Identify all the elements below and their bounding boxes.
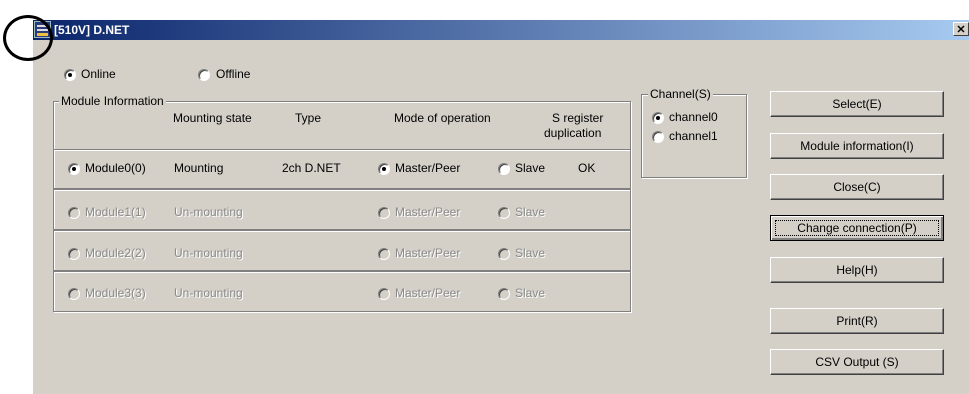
module0-label: Module0(0) [85, 161, 146, 175]
module1-slave-label: Slave [515, 205, 546, 219]
module0-type: 2ch D.NET [282, 161, 341, 175]
module3-master-label: Master/Peer [395, 286, 461, 300]
module1-slave-radio[interactable] [498, 207, 510, 219]
module3-state: Un-mounting [174, 286, 243, 300]
header-mounting-state: Mounting state [173, 111, 252, 125]
channel0-label: channel0 [669, 110, 718, 124]
header-duplication: duplication [544, 126, 602, 140]
module0-radio[interactable] [68, 163, 80, 175]
print-button[interactable]: Print(R) [770, 308, 944, 334]
module1-master-radio[interactable] [378, 207, 390, 219]
module3-label: Module3(3) [85, 286, 146, 300]
module0-slave-label: Slave [515, 161, 546, 175]
module1-radio[interactable] [68, 207, 80, 219]
online-label: Online [81, 67, 116, 81]
module3-radio[interactable] [68, 288, 80, 300]
module2-state: Un-mounting [174, 246, 243, 260]
module3-slave-label: Slave [515, 286, 546, 300]
module-information-button[interactable]: Module information(I) [770, 133, 944, 159]
title-bar: [510V] D.NET ✕ [33, 20, 969, 40]
highlight-circle [3, 15, 53, 61]
module1-label: Module1(1) [85, 205, 146, 219]
channel-group-title: Channel(S) [648, 87, 713, 101]
online-radio[interactable] [64, 69, 76, 81]
module2-master-label: Master/Peer [395, 246, 461, 260]
offline-label: Offline [216, 67, 251, 81]
module2-label: Module2(2) [85, 246, 146, 260]
csv-output-button[interactable]: CSV Output (S) [770, 349, 944, 375]
module1-state: Un-mounting [174, 205, 243, 219]
header-s-register: S register [552, 111, 604, 125]
channel1-label: channel1 [669, 129, 718, 143]
module2-radio[interactable] [68, 248, 80, 260]
module2-master-radio[interactable] [378, 248, 390, 260]
module3-master-radio[interactable] [378, 288, 390, 300]
module0-master-label: Master/Peer [395, 161, 461, 175]
module0-state: Mounting [174, 161, 224, 175]
module-information-title: Module Information [59, 94, 166, 108]
close-button[interactable]: Close(C) [770, 174, 944, 200]
channel1-radio[interactable] [652, 131, 664, 143]
module1-master-label: Master/Peer [395, 205, 461, 219]
select-button[interactable]: Select(E) [770, 91, 944, 117]
close-icon[interactable]: ✕ [953, 22, 969, 36]
module2-slave-radio[interactable] [498, 248, 510, 260]
focus-rectangle [775, 220, 939, 236]
module0-duplication: OK [578, 161, 596, 175]
module0-slave-radio[interactable] [498, 163, 510, 175]
module0-master-radio[interactable] [378, 163, 390, 175]
header-mode-of-operation: Mode of operation [394, 111, 491, 125]
header-type: Type [295, 111, 322, 125]
help-button[interactable]: Help(H) [770, 257, 944, 283]
change-connection-button[interactable]: Change connection(P) [770, 215, 944, 241]
offline-radio[interactable] [198, 69, 210, 81]
module3-slave-radio[interactable] [498, 288, 510, 300]
dnet-dialog-window: [510V] D.NET ✕ Online Offline Module Inf… [33, 20, 969, 394]
module2-slave-label: Slave [515, 246, 546, 260]
window-title: [510V] D.NET [54, 23, 130, 37]
channel0-radio[interactable] [652, 112, 664, 124]
